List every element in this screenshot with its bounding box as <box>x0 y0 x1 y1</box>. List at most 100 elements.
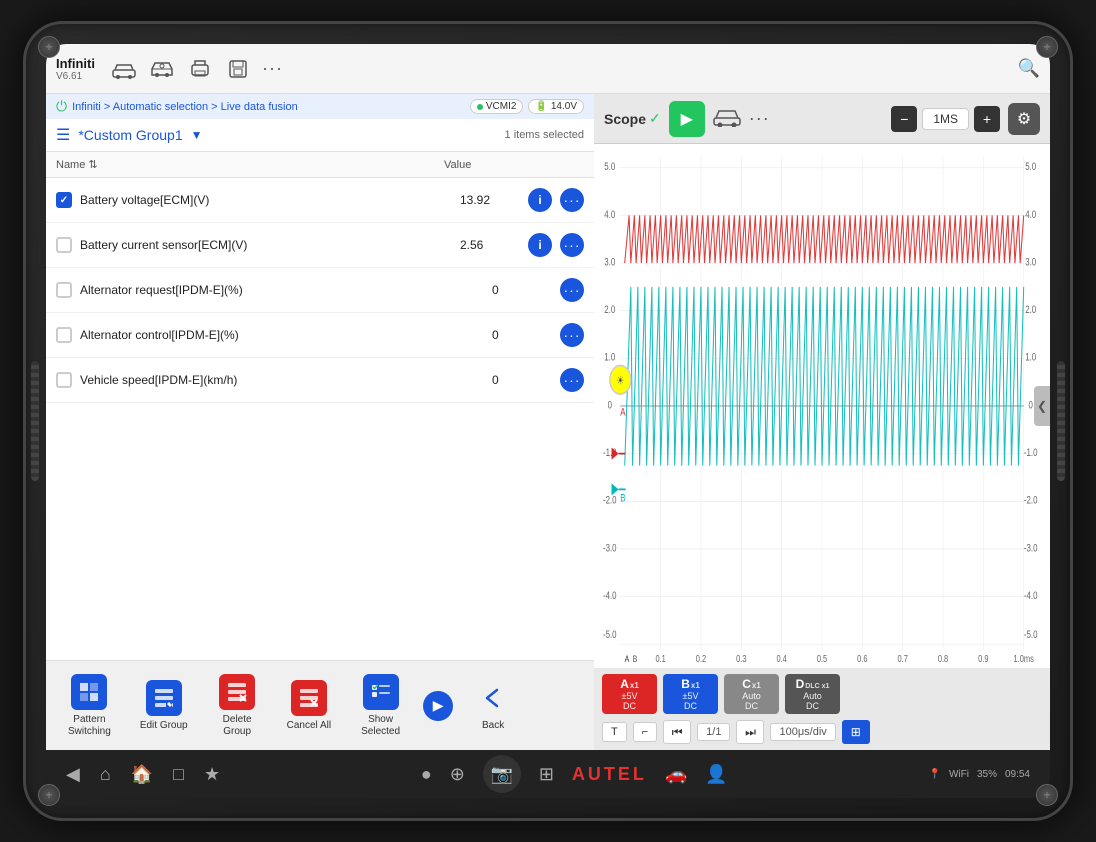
screen: Infiniti V6.61 ··· 🔍 ⏻ <box>46 44 1050 798</box>
nav-camera-icon[interactable]: 📷 <box>483 755 521 793</box>
svg-text:5.0: 5.0 <box>604 160 615 173</box>
scope-more-icon[interactable]: ··· <box>749 108 770 129</box>
nav-back-icon[interactable]: ◀ <box>66 764 80 785</box>
svg-text:0: 0 <box>1029 398 1033 411</box>
back-button[interactable]: Back <box>463 672 523 740</box>
nav-autel-brand: AUTEL <box>572 764 647 785</box>
svg-text:1.0: 1.0 <box>1025 350 1036 363</box>
vcmi-status-dot <box>477 104 483 110</box>
svg-text:-5.0: -5.0 <box>603 628 617 641</box>
col-value-header: Value <box>444 159 524 171</box>
svg-text:A: A <box>625 653 630 664</box>
back-label: Back <box>482 720 504 732</box>
grip-right <box>1057 361 1065 481</box>
col-name-label: Name <box>56 159 85 171</box>
nav-battery-status: 35% <box>977 769 997 780</box>
nav-square-icon[interactable]: □ <box>173 764 184 785</box>
time-increase-button[interactable]: + <box>974 106 1000 132</box>
nav-house2-icon[interactable]: 🏠 <box>131 764 153 785</box>
edit-group-button[interactable]: Edit Group <box>128 672 200 740</box>
rewind-button[interactable]: ⏮ <box>663 720 691 744</box>
brand-info: Infiniti V6.61 <box>56 56 95 82</box>
screw-bl <box>38 784 60 806</box>
group-dropdown-icon[interactable]: ▼ <box>191 128 203 142</box>
scope-panel: Scope ✓ ▶ ··· − 1MS + ⚙ <box>594 94 1050 750</box>
show-selected-button[interactable]: ShowSelected <box>348 666 413 746</box>
nav-star-icon[interactable]: ★ <box>204 764 220 785</box>
show-selected-icon <box>363 674 399 710</box>
search-icon[interactable]: 🔍 <box>1018 58 1040 79</box>
time-value: 1MS <box>922 108 969 130</box>
nav-user-icon[interactable]: 👤 <box>705 764 727 785</box>
edit-group-icon <box>146 680 182 716</box>
more-btn-row2[interactable]: ··· <box>560 233 584 257</box>
row1-name: Battery voltage[ECM](V) <box>80 193 452 207</box>
forward-button[interactable]: ⏭ <box>736 720 764 744</box>
more-btn-row4[interactable]: ··· <box>560 323 584 347</box>
checkbox-row5[interactable] <box>56 372 72 388</box>
svg-text:-3.0: -3.0 <box>603 541 617 554</box>
channel-d-button[interactable]: DDLC x1 Auto DC <box>785 674 840 714</box>
sort-icon[interactable]: ⇅ <box>88 158 97 171</box>
checkbox-row1[interactable] <box>56 192 72 208</box>
ch-c-range: Auto <box>742 691 761 701</box>
row4-value: 0 <box>492 328 552 342</box>
svg-text:B: B <box>620 491 625 504</box>
channel-a-button[interactable]: Ax1 ±5V DC <box>602 674 657 714</box>
scope-collapse-button[interactable]: ❮ <box>1034 386 1050 426</box>
checkbox-row4[interactable] <box>56 327 72 343</box>
next-arrow-button[interactable]: ▶ <box>423 691 453 721</box>
scope-settings-button[interactable]: ⚙ <box>1008 103 1040 135</box>
group-name: *Custom Group1 <box>78 127 182 143</box>
more-btn-row3[interactable]: ··· <box>560 278 584 302</box>
pattern-switching-icon <box>71 674 107 710</box>
more-options-icon[interactable]: ··· <box>262 58 283 79</box>
svg-text:-5.0: -5.0 <box>1024 628 1038 641</box>
svg-text:0.1: 0.1 <box>655 653 665 664</box>
more-btn-row5[interactable]: ··· <box>560 368 584 392</box>
nav-wifi-status: WiFi <box>949 769 969 780</box>
car2-icon[interactable] <box>148 55 176 83</box>
ruler-button[interactable]: ⊞ <box>842 720 870 744</box>
cancel-all-button[interactable]: Cancel All <box>275 672 343 740</box>
delete-group-button[interactable]: DeleteGroup <box>205 666 270 746</box>
checkbox-row2[interactable] <box>56 237 72 253</box>
nav-home-icon[interactable]: ⌂ <box>100 764 111 785</box>
scope-play-button[interactable]: ▶ <box>669 101 705 137</box>
data-table: Name ⇅ Value Battery voltage[ECM](V) 13.… <box>46 152 594 660</box>
svg-text:1.0: 1.0 <box>604 350 615 363</box>
hamburger-icon[interactable]: ☰ <box>56 125 70 145</box>
svg-text:-2.0: -2.0 <box>1024 493 1038 506</box>
transport-page: 1/1 <box>697 723 730 741</box>
nav-time: 09:54 <box>1005 769 1030 780</box>
time-decrease-button[interactable]: − <box>891 106 917 132</box>
info-btn-row1[interactable]: i <box>528 188 552 212</box>
save-icon[interactable] <box>224 55 252 83</box>
channel-b-button[interactable]: Bx1 ±5V DC <box>663 674 718 714</box>
trigger-t-button[interactable]: T <box>602 722 627 742</box>
nav-shield-icon[interactable]: ⊕ <box>450 764 465 785</box>
svg-text:☀: ☀ <box>616 375 624 388</box>
nav-circle-icon[interactable]: ● <box>421 764 432 785</box>
trigger-edge-button[interactable]: ⌐ <box>633 722 657 742</box>
col-name-header: Name ⇅ <box>56 158 444 171</box>
table-header: Name ⇅ Value <box>46 152 594 178</box>
nav-car-icon[interactable]: 🚗 <box>665 764 687 785</box>
nav-settings-icon[interactable]: ⊞ <box>539 764 554 785</box>
table-row: Battery current sensor[ECM](V) 2.56 i ··… <box>46 223 594 268</box>
scope-car-icon[interactable] <box>713 105 741 133</box>
pattern-switching-button[interactable]: PatternSwitching <box>56 666 123 746</box>
more-btn-row1[interactable]: ··· <box>560 188 584 212</box>
table-row: Battery voltage[ECM](V) 13.92 i ··· <box>46 178 594 223</box>
ch-a-range: ±5V <box>622 691 638 701</box>
info-btn-row2[interactable]: i <box>528 233 552 257</box>
svg-text:-4.0: -4.0 <box>1024 589 1038 602</box>
show-selected-label: ShowSelected <box>361 714 400 738</box>
print-icon[interactable] <box>186 55 214 83</box>
checkbox-row3[interactable] <box>56 282 72 298</box>
svg-text:3.0: 3.0 <box>1025 255 1036 268</box>
car-icon[interactable] <box>110 55 138 83</box>
voltage-icon: 🔋 <box>535 101 547 112</box>
channel-c-button[interactable]: Cx1 Auto DC <box>724 674 779 714</box>
app-bar: Infiniti V6.61 ··· 🔍 <box>46 44 1050 94</box>
